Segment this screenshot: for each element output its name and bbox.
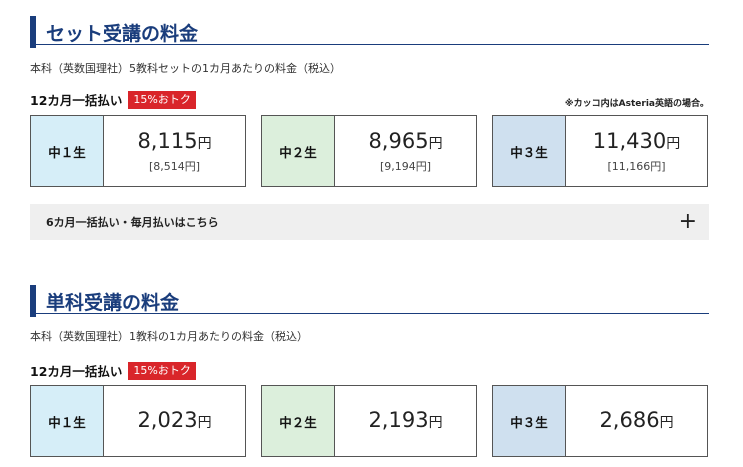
grade-label: 中３生 [493,386,566,456]
set-price-card-grade1: 中１生 8,115円 [8,514円] [30,115,246,187]
monthly-price: 11,430円 [592,128,681,153]
set-discount-badge: 15%おトク [128,90,196,109]
monthly-price: 8,965円 [368,128,443,153]
single-price-card-grade1: 中１生 2,023円 [30,385,246,457]
grade-label: 中２生 [262,386,335,456]
single-pricing-note: 本科（英数国理社）1教科の1カ月あたりの料金（税込） [30,330,308,343]
other-plans-accordion[interactable]: 6カ月一括払い・毎月払いはこちら + [30,204,709,240]
asteria-price: [8,514円] [148,159,201,173]
grade-label: 中１生 [31,386,104,456]
single-price-card-grade3: 中３生 2,686円 [492,385,708,457]
grade-label: 中３生 [493,116,566,186]
set-heading-divider [30,44,709,45]
plus-icon[interactable]: + [679,211,697,233]
grade-label: 中１生 [31,116,104,186]
set-price-card-grade3: 中３生 11,430円 [11,166円] [492,115,708,187]
set-plan-row: 12カ月一括払い 15%おトク [30,90,196,109]
single-plan-row: 12カ月一括払い 15%おトク [30,361,196,380]
monthly-price: 2,193円 [368,407,443,432]
single-plan-label: 12カ月一括払い [30,364,123,379]
monthly-price: 8,115円 [137,128,212,153]
set-plan-label: 12カ月一括払い [30,93,123,108]
accordion-label: 6カ月一括払い・毎月払いはこちら [46,216,219,229]
monthly-price: 2,023円 [137,407,212,432]
asteria-price: [11,166円] [607,159,666,173]
asteria-footnote: ※カッコ内はAsteria英語の場合。 [564,99,709,109]
single-heading-divider [30,313,709,314]
grade-label: 中２生 [262,116,335,186]
asteria-price: [9,194円] [379,159,432,173]
set-price-card-grade2: 中２生 8,965円 [9,194円] [261,115,477,187]
single-discount-badge: 15%おトク [128,361,196,380]
set-pricing-note: 本科（英数国理社）5教科セットの1カ月あたりの料金（税込） [30,62,341,75]
monthly-price: 2,686円 [599,407,674,432]
single-price-card-grade2: 中２生 2,193円 [261,385,477,457]
